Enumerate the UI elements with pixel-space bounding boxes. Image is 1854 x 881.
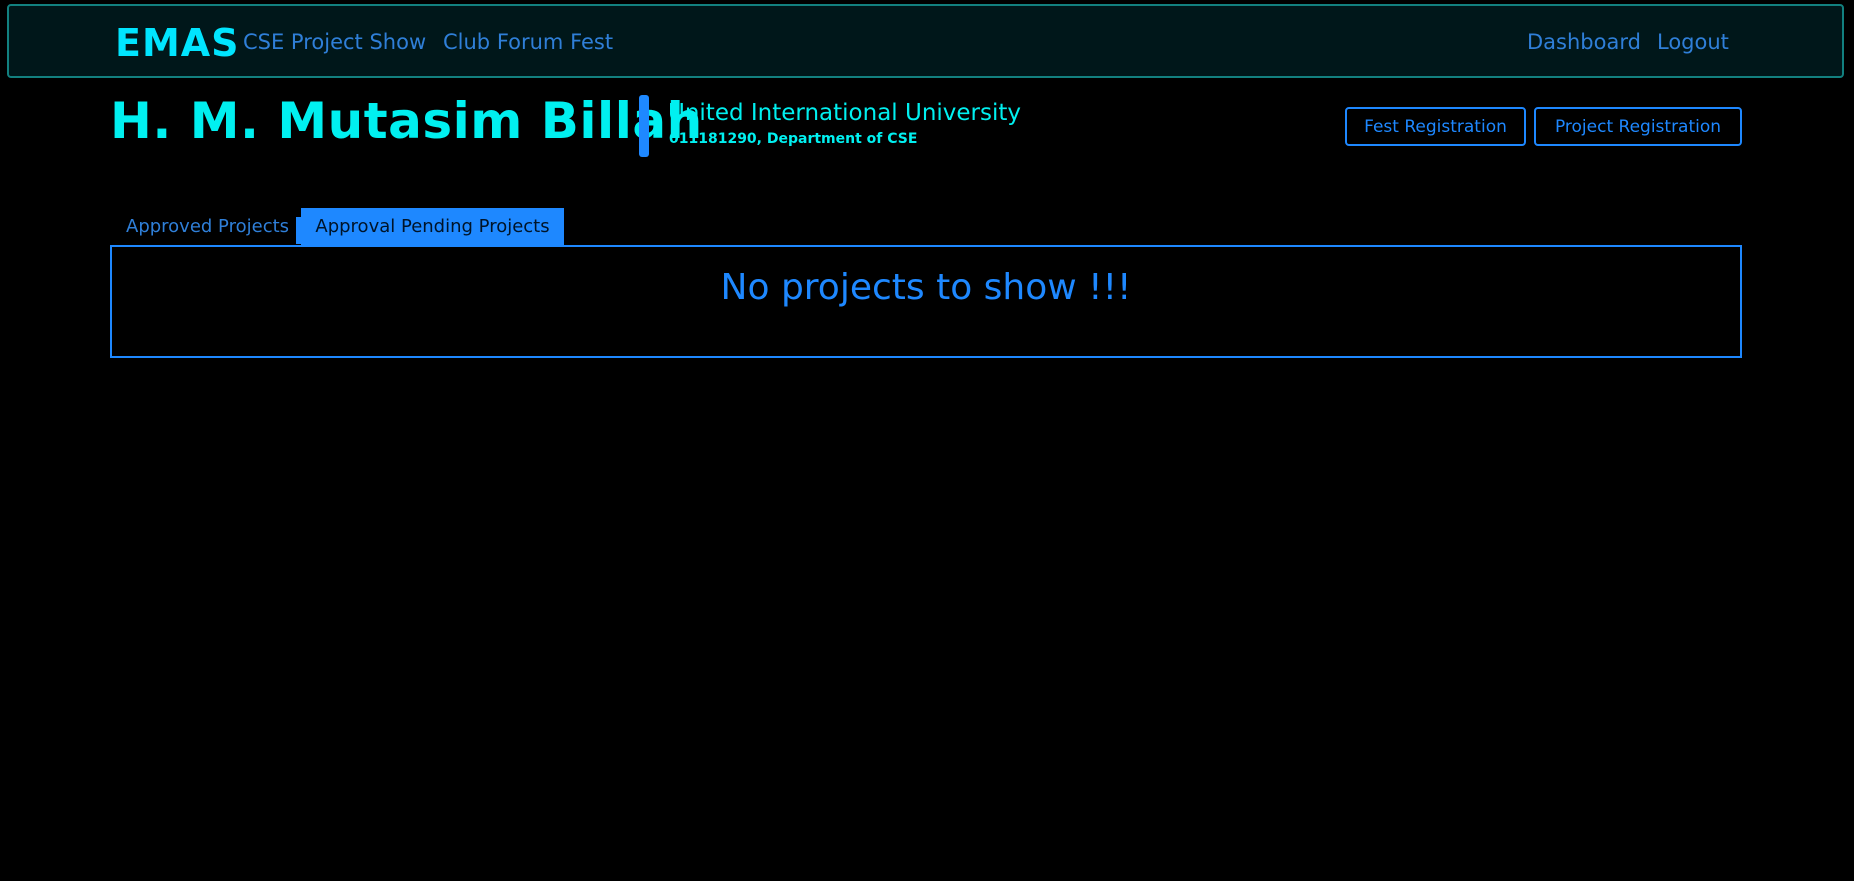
empty-state-message: No projects to show !!! xyxy=(720,267,1132,308)
profile-details: 011181290, Department of CSE xyxy=(669,131,918,147)
profile-name: H. M. Mutasim Billah xyxy=(110,92,703,150)
nav-link-logout[interactable]: Logout xyxy=(1657,30,1729,54)
top-navbar: EMAS CSE Project Show Club Forum Fest Da… xyxy=(7,4,1844,78)
projects-panel: No projects to show !!! xyxy=(110,245,1742,358)
nav-link-cse-project-show[interactable]: CSE Project Show xyxy=(243,30,426,54)
fest-registration-button[interactable]: Fest Registration xyxy=(1345,107,1526,146)
profile-divider xyxy=(639,95,649,157)
brand-logo[interactable]: EMAS xyxy=(115,21,240,65)
project-registration-button[interactable]: Project Registration xyxy=(1534,107,1742,146)
tab-approval-pending-projects[interactable]: Approval Pending Projects xyxy=(301,208,564,245)
profile-university: United International University xyxy=(668,100,1022,126)
nav-link-dashboard[interactable]: Dashboard xyxy=(1527,30,1641,54)
nav-link-club-forum-fest[interactable]: Club Forum Fest xyxy=(443,30,613,54)
tab-approved-projects[interactable]: Approved Projects xyxy=(109,208,299,245)
